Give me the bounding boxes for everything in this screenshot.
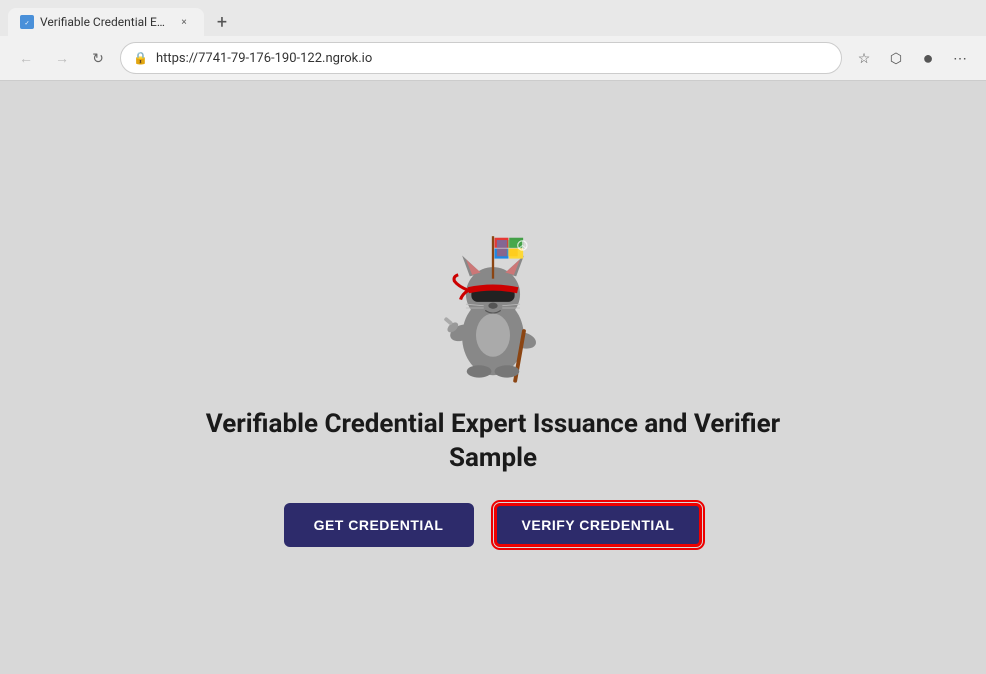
svg-text:✓: ✓ bbox=[24, 20, 29, 27]
browser-chrome: ✓ Verifiable Credential Expert Ch × + ← … bbox=[0, 0, 986, 81]
refresh-button[interactable]: ↻ bbox=[84, 44, 112, 72]
profile-button[interactable]: ● bbox=[914, 44, 942, 72]
new-tab-button[interactable]: + bbox=[208, 8, 236, 36]
address-bar[interactable]: 🔒 https://7741-79-176-190-122.ngrok.io bbox=[120, 42, 842, 74]
more-button[interactable]: ⋯ bbox=[946, 44, 974, 72]
forward-icon: → bbox=[55, 50, 69, 66]
toolbar: ← → ↻ 🔒 https://7741-79-176-190-122.ngro… bbox=[0, 36, 986, 80]
tab-favicon: ✓ bbox=[20, 15, 34, 29]
tab-bar: ✓ Verifiable Credential Expert Ch × + bbox=[0, 0, 986, 36]
buttons-row: GET CREDENTIAL VERIFY CREDENTIAL bbox=[284, 503, 703, 547]
star-icon: ☆ bbox=[858, 50, 871, 67]
refresh-icon: ↻ bbox=[92, 50, 104, 67]
page-content: Verifiable Credential Expert Issuance an… bbox=[0, 81, 986, 674]
toolbar-actions: ☆ ⬡ ● ⋯ bbox=[850, 44, 974, 72]
back-icon: ← bbox=[19, 50, 33, 66]
bookmark-icon: ⬡ bbox=[890, 50, 902, 67]
lock-icon: 🔒 bbox=[133, 51, 148, 65]
tab-title: Verifiable Credential Expert Ch bbox=[40, 15, 170, 29]
profile-icon: ● bbox=[923, 48, 934, 69]
more-icon: ⋯ bbox=[953, 50, 967, 67]
get-credential-button[interactable]: GET CREDENTIAL bbox=[284, 503, 474, 547]
favorites-button[interactable]: ☆ bbox=[850, 44, 878, 72]
mascot-image bbox=[403, 208, 583, 388]
back-button[interactable]: ← bbox=[12, 44, 40, 72]
verify-credential-button[interactable]: VERIFY CREDENTIAL bbox=[494, 503, 703, 547]
collections-button[interactable]: ⬡ bbox=[882, 44, 910, 72]
active-tab[interactable]: ✓ Verifiable Credential Expert Ch × bbox=[8, 8, 204, 36]
url-text: https://7741-79-176-190-122.ngrok.io bbox=[156, 51, 829, 66]
tab-close-button[interactable]: × bbox=[176, 14, 192, 30]
page-title: Verifiable Credential Expert Issuance an… bbox=[183, 408, 803, 476]
forward-button[interactable]: → bbox=[48, 44, 76, 72]
